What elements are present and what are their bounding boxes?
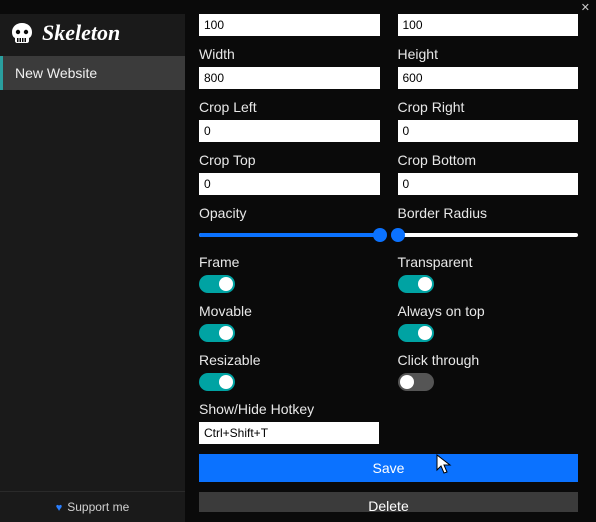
top-right-input[interactable] [398, 14, 579, 36]
crop-right-input[interactable] [398, 120, 579, 142]
ontop-label: Always on top [398, 303, 579, 319]
brand: Skeleton [0, 14, 185, 56]
close-icon[interactable]: ✕ [581, 1, 590, 14]
transparent-label: Transparent [398, 254, 579, 270]
frame-toggle[interactable] [199, 275, 235, 293]
width-input[interactable] [199, 67, 380, 89]
transparent-toggle[interactable] [398, 275, 434, 293]
crop-bottom-input[interactable] [398, 173, 579, 195]
opacity-slider[interactable] [199, 226, 380, 244]
delete-button[interactable]: Delete [199, 492, 578, 512]
support-link[interactable]: Support me [0, 491, 185, 522]
crop-left-label: Crop Left [199, 99, 380, 115]
top-left-input[interactable] [199, 14, 380, 36]
crop-top-label: Crop Top [199, 152, 380, 168]
crop-top-input[interactable] [199, 173, 380, 195]
movable-label: Movable [199, 303, 380, 319]
crop-right-label: Crop Right [398, 99, 579, 115]
movable-toggle[interactable] [199, 324, 235, 342]
opacity-label: Opacity [199, 205, 380, 221]
ontop-toggle[interactable] [398, 324, 434, 342]
radius-slider[interactable] [398, 226, 579, 244]
click-toggle[interactable] [398, 373, 434, 391]
height-label: Height [398, 46, 579, 62]
save-button[interactable]: Save [199, 454, 578, 482]
hotkey-input[interactable] [199, 422, 379, 444]
height-input[interactable] [398, 67, 579, 89]
width-label: Width [199, 46, 380, 62]
crop-left-input[interactable] [199, 120, 380, 142]
brand-title: Skeleton [42, 20, 120, 46]
resizable-toggle[interactable] [199, 373, 235, 391]
click-label: Click through [398, 352, 579, 368]
sidebar-item-new-website[interactable]: New Website [0, 56, 185, 90]
skull-icon [10, 22, 34, 44]
radius-label: Border Radius [398, 205, 579, 221]
crop-bottom-label: Crop Bottom [398, 152, 579, 168]
frame-label: Frame [199, 254, 380, 270]
resizable-label: Resizable [199, 352, 380, 368]
hotkey-label: Show/Hide Hotkey [199, 401, 578, 417]
